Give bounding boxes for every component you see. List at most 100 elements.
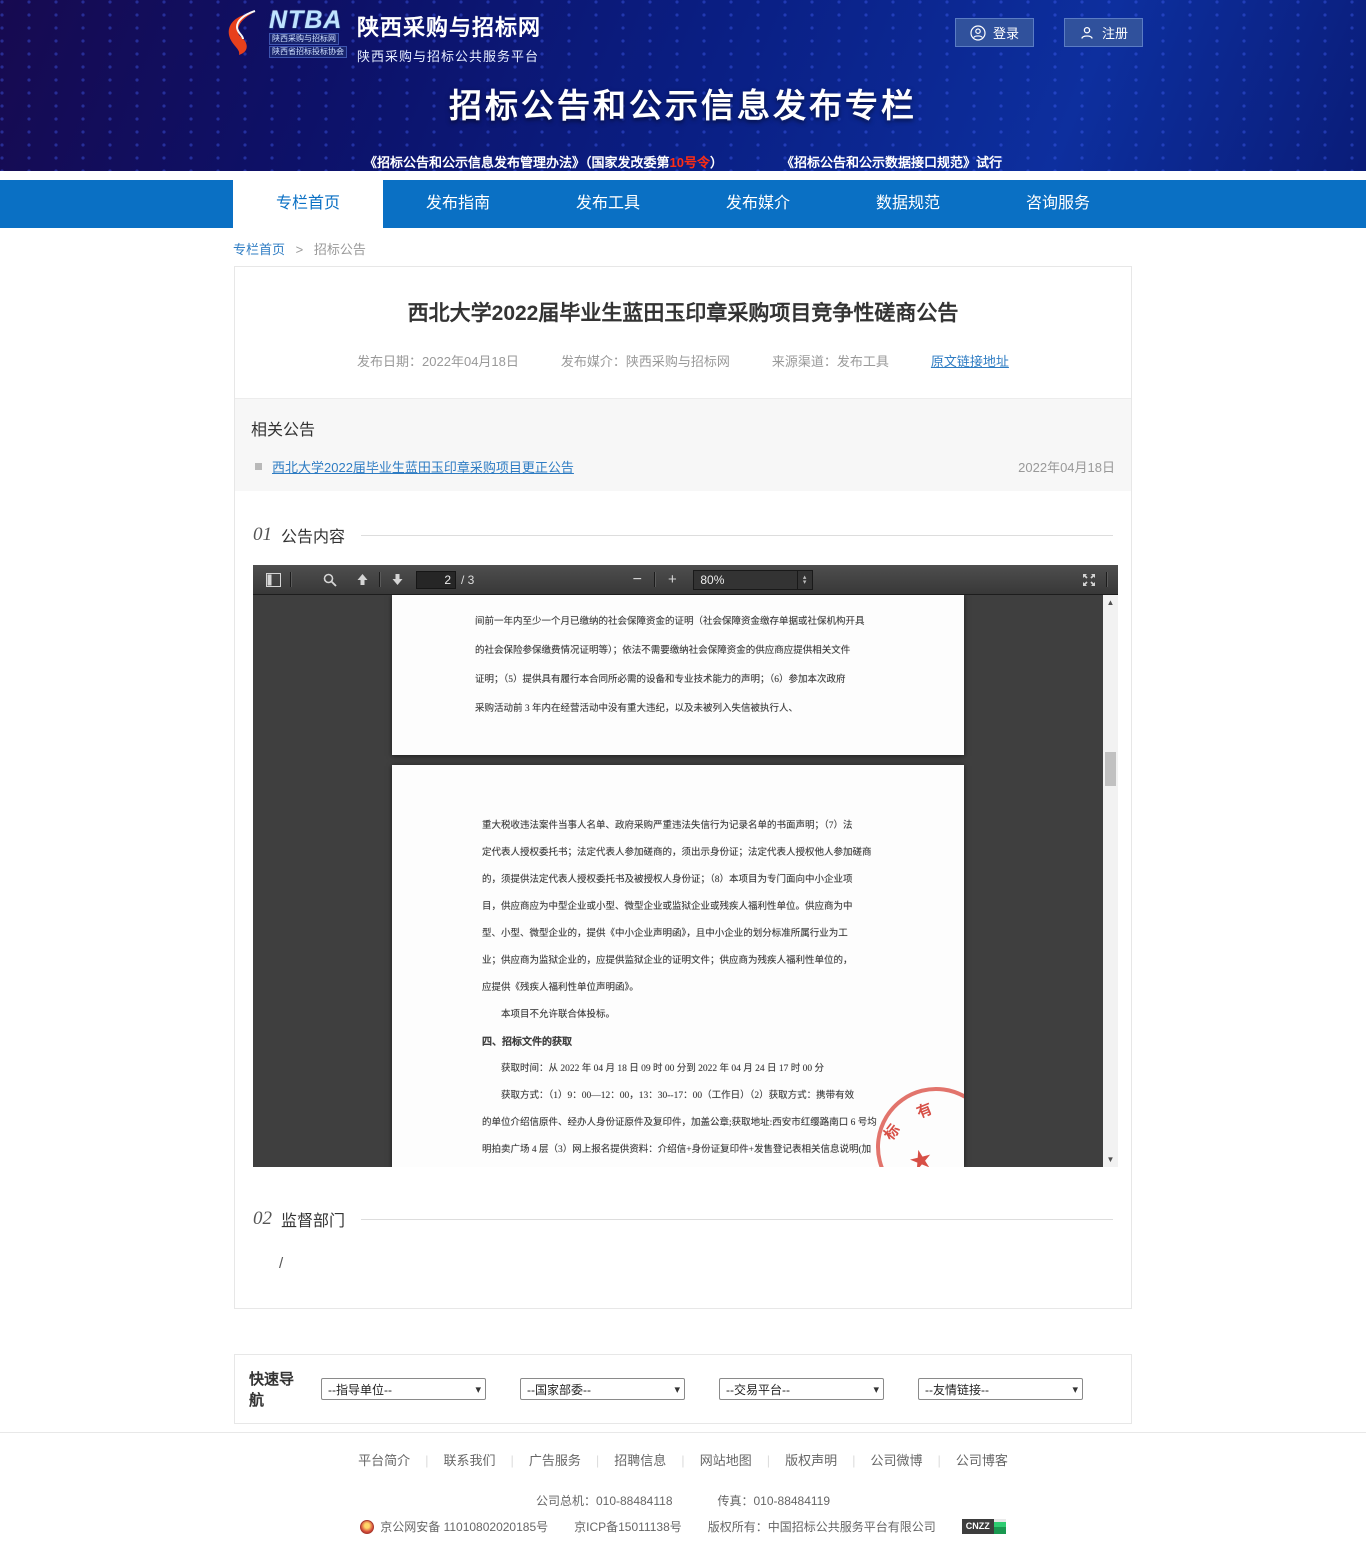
cnzz-green-icon bbox=[994, 1519, 1006, 1534]
quick-nav-select[interactable]: --指导单位-- bbox=[321, 1378, 486, 1400]
site-logo[interactable]: NTBA 陕西采购与招标网 陕西省招标投标协会 bbox=[223, 8, 347, 58]
section-supervisor-header: 02 监督部门 bbox=[253, 1207, 1113, 1231]
presentation-mode-button[interactable] bbox=[1076, 568, 1102, 592]
main-navbar: 专栏首页 发布指南 发布工具 发布媒介 数据规范 咨询服务 bbox=[0, 180, 1366, 228]
publish-date: 发布日期：2022年04月18日 bbox=[357, 351, 519, 370]
publish-media: 发布媒介：陕西采购与招标网 bbox=[561, 351, 730, 370]
banner-subtitle: 《招标公告和公示信息发布管理办法》（国家发改委第10号令） 《招标公告和公示数据… bbox=[223, 152, 1143, 171]
pdf-text-line: 应提供《残疾人福利性单位声明函》。 bbox=[482, 975, 846, 1002]
footer-link[interactable]: 联系我们 bbox=[410, 1450, 495, 1469]
pdf-text-line: 获取时间：从 2022 年 04 月 18 日 09 时 00 分到 2022 … bbox=[482, 1056, 846, 1083]
previous-page-button[interactable] bbox=[349, 568, 375, 592]
site-title: 陕西采购与招标网 bbox=[357, 10, 541, 42]
police-badge-icon bbox=[360, 1520, 374, 1534]
toolbar-separator bbox=[1106, 572, 1107, 587]
pdf-toolbar: / 3 − + 80% ▴▾ bbox=[253, 565, 1118, 595]
zoom-in-button[interactable]: + bbox=[659, 568, 685, 592]
quick-nav-select[interactable]: --交易平台-- bbox=[719, 1378, 884, 1400]
footer-phone: 公司总机：010-88484118 bbox=[536, 1492, 673, 1509]
site-footer: 平台简介联系我们广告服务招聘信息网站地图版权声明公司微博公司博客 公司总机：01… bbox=[0, 1432, 1366, 1555]
quick-nav-card: 快速导航 --指导单位-- --国家部委-- --交易平台-- --友情链接-- bbox=[234, 1354, 1132, 1424]
login-label: 登录 bbox=[993, 23, 1019, 42]
page-number-input[interactable] bbox=[416, 571, 456, 589]
nav-item-data-standards[interactable]: 数据规范 bbox=[833, 180, 983, 228]
section-title: 公告内容 bbox=[281, 523, 345, 547]
pdf-text-line: 定代表人授权委托书；法定代表人参加磋商的，须出示身份证；法定代表人授权他人参加磋… bbox=[482, 840, 846, 867]
footer-beian-police: 京公网安备 11010802020185号 bbox=[380, 1518, 548, 1535]
related-announcements: 相关公告 西北大学2022届毕业生蓝田玉印章采购项目更正公告 2022年04月1… bbox=[235, 398, 1131, 491]
next-page-button[interactable] bbox=[384, 568, 410, 592]
quick-nav-select[interactable]: --友情链接-- bbox=[918, 1378, 1083, 1400]
pdf-text-line: 型、小型、微型企业的，提供《中小企业声明函》，且中小企业的划分标准所属行业为工 bbox=[482, 921, 846, 948]
footer-link[interactable]: 广告服务 bbox=[495, 1450, 580, 1469]
pdf-text-line: 证明；（5）提供具有履行本合同所必需的设备和专业技术能力的声明；（6）参加本次政… bbox=[475, 666, 846, 695]
scroll-up-arrow-icon[interactable]: ▲ bbox=[1103, 595, 1118, 610]
nav-item-consulting[interactable]: 咨询服务 bbox=[983, 180, 1133, 228]
sidebar-toggle-button[interactable] bbox=[260, 568, 286, 592]
nav-item-publish-media[interactable]: 发布媒介 bbox=[683, 180, 833, 228]
breadcrumb-home[interactable]: 专栏首页 bbox=[233, 242, 285, 257]
scrollbar-thumb[interactable] bbox=[1105, 752, 1116, 786]
pdf-section-heading: 四、招标文件的获取 bbox=[482, 1029, 846, 1056]
square-bullet-icon bbox=[255, 463, 262, 470]
pdf-page-2: 重大税收违法案件当事人名单、政府采购严重违法失信行为记录名单的书面声明；（7）法… bbox=[392, 765, 964, 1167]
logo-swoosh-icon bbox=[223, 9, 267, 57]
zoom-level-select[interactable]: 80% ▴▾ bbox=[693, 570, 813, 590]
banner-regulation-2: 《招标公告和公示数据接口规范》试行 bbox=[781, 152, 1002, 171]
section-divider bbox=[361, 535, 1113, 536]
logo-caption-2: 陕西省招标投标协会 bbox=[269, 46, 347, 58]
section-number: 02 bbox=[253, 1208, 272, 1230]
toolbar-separator bbox=[379, 572, 380, 587]
breadcrumb-current: 招标公告 bbox=[314, 242, 366, 257]
related-date: 2022年04月18日 bbox=[1018, 457, 1115, 476]
section-title: 监督部门 bbox=[281, 1207, 345, 1231]
banner-title: 招标公告和公示信息发布专栏 bbox=[223, 79, 1143, 127]
logo-caption-1: 陕西采购与招标网 bbox=[269, 33, 339, 45]
related-item: 西北大学2022届毕业生蓝田玉印章采购项目更正公告 2022年04月18日 bbox=[251, 457, 1115, 476]
breadcrumb: 专栏首页 > 招标公告 bbox=[233, 239, 1133, 258]
pdf-text-line: 采购活动前 3 年内在经营活动中没有重大违纪，以及未被列入失信被执行人、 bbox=[475, 695, 846, 724]
zoom-out-button[interactable]: − bbox=[624, 568, 650, 592]
logo-acronym: NTBA bbox=[269, 8, 347, 32]
footer-link[interactable]: 公司微博 bbox=[837, 1450, 922, 1469]
source-channel: 来源渠道：发布工具 bbox=[772, 351, 889, 370]
pdf-text-line: 盖公章)， 信息说明必须包含：购买人姓名、手机号、QQ 邮箱、所购买项目的编号（… bbox=[482, 1164, 846, 1167]
register-button[interactable]: 注册 bbox=[1064, 18, 1143, 47]
pdf-text-line: 获取方式：（1）9：00—12：00，13：30--17：00（工作日）（2）获… bbox=[482, 1083, 846, 1110]
footer-link[interactable]: 招聘信息 bbox=[581, 1450, 666, 1469]
header-nav-gap bbox=[0, 171, 1366, 180]
footer-fax: 传真：010-88484119 bbox=[718, 1492, 831, 1509]
supervisor-value: / bbox=[279, 1255, 1131, 1272]
cnzz-stats-badge[interactable]: CNZZ bbox=[962, 1519, 1006, 1534]
user-icon bbox=[970, 25, 986, 41]
breadcrumb-separator: > bbox=[296, 242, 304, 257]
scroll-down-arrow-icon[interactable]: ▼ bbox=[1103, 1152, 1118, 1167]
footer-link[interactable]: 网站地图 bbox=[666, 1450, 751, 1469]
origin-link[interactable]: 原文链接地址 bbox=[931, 351, 1009, 370]
footer-link[interactable]: 版权声明 bbox=[752, 1450, 837, 1469]
pdf-text-line: 本项目不允许联合体投标。 bbox=[482, 1002, 846, 1029]
footer-copyright: 版权所有：中国招标公共服务平台有限公司 bbox=[708, 1518, 936, 1535]
pdf-text-line: 重大税收违法案件当事人名单、政府采购严重违法失信行为记录名单的书面声明；（7）法 bbox=[482, 813, 846, 840]
nav-item-publish-tools[interactable]: 发布工具 bbox=[533, 180, 683, 228]
section-divider bbox=[361, 1219, 1113, 1220]
user-add-icon bbox=[1079, 25, 1095, 41]
register-label: 注册 bbox=[1102, 23, 1128, 42]
pdf-view-area: 间前一年内至少一个月已缴纳的社会保障资金的证明（社会保障资金缴存单据或社保机构开… bbox=[253, 595, 1118, 1167]
pdf-text-line: 间前一年内至少一个月已缴纳的社会保障资金的证明（社会保障资金缴存单据或社保机构开… bbox=[475, 608, 846, 637]
footer-link[interactable]: 平台简介 bbox=[358, 1450, 410, 1469]
nav-item-home[interactable]: 专栏首页 bbox=[233, 180, 383, 228]
article-card: 西北大学2022届毕业生蓝田玉印章采购项目竞争性磋商公告 发布日期：2022年0… bbox=[234, 266, 1132, 1309]
footer-beian-icp[interactable]: 京ICP备15011138号 bbox=[574, 1518, 682, 1535]
footer-link[interactable]: 公司博客 bbox=[923, 1450, 1008, 1469]
pdf-scrollbar[interactable]: ▲ ▼ bbox=[1103, 595, 1118, 1167]
related-link[interactable]: 西北大学2022届毕业生蓝田玉印章采购项目更正公告 bbox=[272, 457, 574, 476]
nav-item-publish-guide[interactable]: 发布指南 bbox=[383, 180, 533, 228]
pdf-text-line: 目，供应商应为中型企业或小型、微型企业或监狱企业或残疾人福利性单位。供应商为中 bbox=[482, 894, 846, 921]
login-button[interactable]: 登录 bbox=[955, 18, 1034, 47]
site-subtitle: 陕西采购与招标公共服务平台 bbox=[357, 46, 541, 65]
stamp-star-icon: ★ bbox=[905, 1143, 936, 1167]
quick-nav-select[interactable]: --国家部委-- bbox=[520, 1378, 685, 1400]
site-header: NTBA 陕西采购与招标网 陕西省招标投标协会 陕西采购与招标网 陕西采购与招标… bbox=[0, 0, 1366, 171]
search-button[interactable] bbox=[317, 568, 343, 592]
